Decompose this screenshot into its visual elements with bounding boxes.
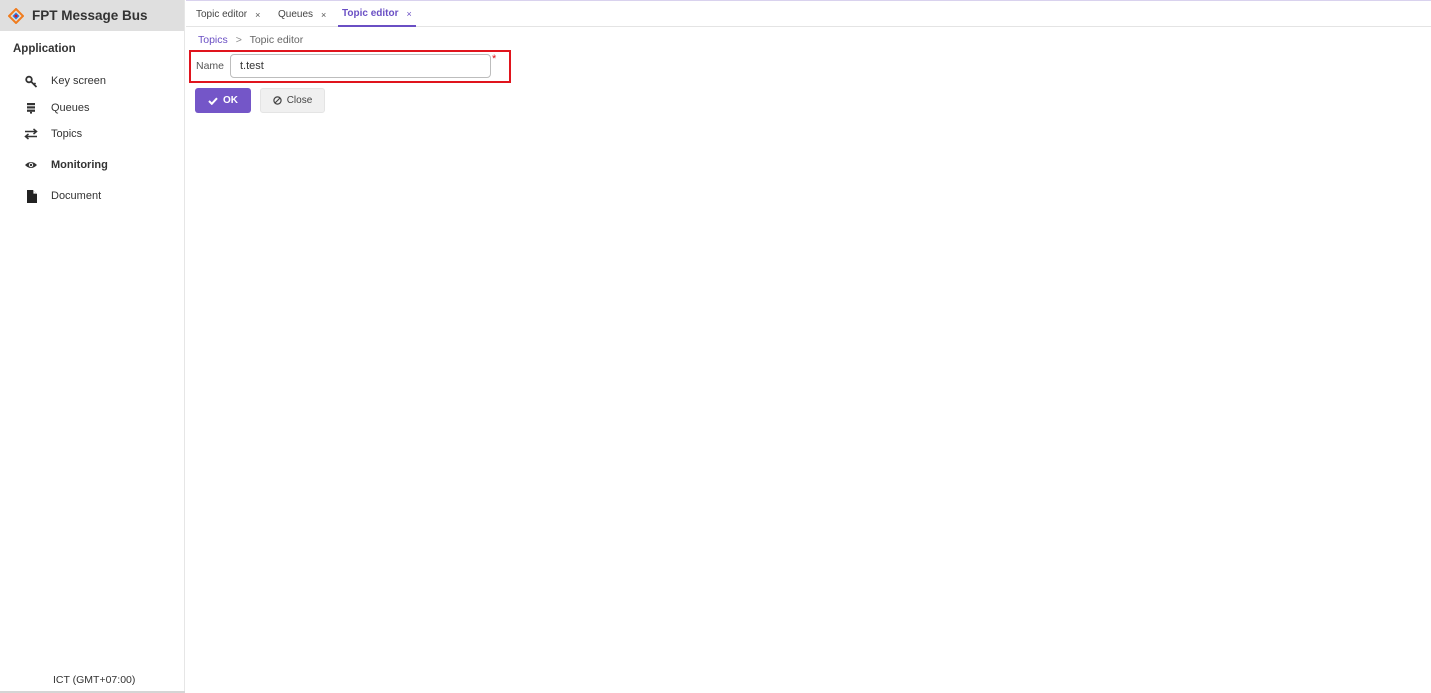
check-icon (208, 97, 218, 105)
app-title: FPT Message Bus (32, 8, 148, 23)
tab-close-icon[interactable]: × (321, 10, 326, 20)
eye-icon (24, 158, 38, 172)
tab-close-icon[interactable]: × (406, 9, 411, 19)
tab-label: Queues (278, 9, 314, 20)
timezone-label: ICT (GMT+07:00) (53, 674, 136, 686)
tab-label: Topic editor (196, 9, 248, 20)
sidebar-item-label: Topics (51, 128, 83, 140)
sidebar-item-key-screen[interactable]: Key screen (24, 74, 106, 88)
app-root: FPT Message Bus Application Key screen Q… (0, 0, 1431, 693)
sidebar-item-label: Queues (51, 102, 90, 114)
sidebar-item-topics[interactable]: Topics (24, 127, 82, 141)
sidebar-item-label: Key screen (51, 75, 107, 87)
sidebar-item-label: Document (51, 190, 102, 202)
breadcrumb-separator: > (235, 34, 242, 46)
name-label: Name (196, 60, 225, 72)
ok-button-label: OK (223, 95, 238, 106)
key-icon (24, 74, 38, 88)
breadcrumb: Topics > Topic editor (198, 34, 303, 46)
ok-button[interactable]: OK (195, 88, 251, 113)
section-label-application: Application (13, 43, 76, 55)
tab-queues[interactable]: Queues × (274, 2, 330, 27)
sidebar-item-document[interactable]: Document (24, 189, 101, 203)
stack-icon (24, 101, 38, 115)
sidebar-item-queues[interactable]: Queues (24, 101, 90, 115)
tab-label: Topic editor (342, 8, 399, 19)
app-logo-icon (7, 7, 25, 24)
required-indicator: * (492, 53, 497, 65)
file-icon (24, 189, 38, 203)
sidebar-item-monitoring[interactable]: Monitoring (24, 158, 108, 172)
tab-close-icon[interactable]: × (255, 10, 260, 20)
name-input[interactable] (230, 54, 491, 78)
tab-topic-editor-active[interactable]: Topic editor × (338, 2, 416, 27)
ban-icon (273, 96, 282, 105)
breadcrumb-current: Topic editor (249, 34, 304, 46)
close-button[interactable]: Close (260, 88, 325, 113)
close-button-label: Close (286, 95, 313, 106)
tab-bar: Topic editor × Queues × Topic editor × (186, 0, 1431, 27)
breadcrumb-link-topics[interactable]: Topics (198, 34, 228, 46)
tab-topic-editor-1[interactable]: Topic editor × (192, 2, 264, 27)
exchange-arrows-icon (24, 127, 38, 141)
sidebar: FPT Message Bus Application Key screen Q… (0, 0, 185, 693)
brand-header[interactable]: FPT Message Bus (0, 0, 184, 31)
sidebar-item-label: Monitoring (51, 159, 108, 171)
